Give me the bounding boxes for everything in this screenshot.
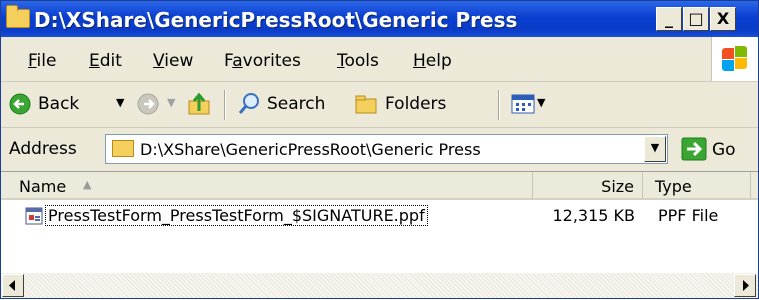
standard-toolbar: Back ▼ ▼ Search Folders ▼	[1, 82, 758, 128]
minimize-button[interactable]: _	[656, 7, 682, 31]
search-button[interactable]: Search	[267, 94, 325, 114]
folders-icon[interactable]	[354, 93, 380, 115]
column-name-label: Name	[19, 177, 67, 196]
menu-edit[interactable]: Edit	[89, 51, 122, 71]
scroll-right-button[interactable]	[734, 274, 756, 297]
maximize-button[interactable]: □	[683, 7, 709, 31]
folder-icon	[6, 5, 30, 28]
scroll-left-button[interactable]	[2, 274, 24, 297]
address-value: D:\XShare\GenericPressRoot\Generic Press	[140, 140, 481, 159]
window-title: D:\XShare\GenericPressRoot\Generic Press	[34, 8, 518, 32]
menu-help[interactable]: Help	[413, 51, 452, 71]
forward-dropdown-icon[interactable]: ▼	[167, 96, 175, 109]
menu-bar: File Edit View Favorites Tools Help	[1, 37, 758, 82]
menu-file[interactable]: File	[28, 51, 56, 71]
address-bar: Address D:\XShare\GenericPressRoot\Gener…	[1, 128, 758, 171]
column-header-name[interactable]: Name ▲	[1, 172, 533, 200]
scroll-left-arrow-icon	[9, 280, 15, 291]
explorer-window: D:\XShare\GenericPressRoot\Generic Press…	[0, 0, 759, 299]
file-name[interactable]: PressTestForm_PressTestForm_$SIGNATURE.p…	[45, 205, 428, 226]
column-size-label: Size	[601, 177, 634, 196]
menu-tools[interactable]: Tools	[337, 51, 379, 71]
back-button[interactable]: Back	[38, 94, 79, 114]
menu-favorites[interactable]: Favorites	[224, 51, 301, 71]
scroll-right-arrow-icon	[743, 280, 749, 291]
views-icon[interactable]	[511, 93, 535, 115]
close-button[interactable]: X	[710, 7, 736, 31]
go-button[interactable]: Go	[712, 140, 736, 160]
back-dropdown-icon[interactable]: ▼	[116, 96, 124, 109]
menu-view[interactable]: View	[153, 51, 193, 71]
file-list: Name ▲ Size Type PressTestForm_PressTest…	[1, 171, 758, 273]
up-folder-icon[interactable]	[186, 91, 212, 117]
sort-ascending-icon: ▲	[83, 178, 92, 191]
back-arrow-icon[interactable]	[9, 93, 31, 115]
toolbar-separator	[498, 90, 500, 120]
address-dropdown-icon[interactable]: ▼	[644, 136, 666, 162]
folder-icon	[112, 140, 134, 157]
column-header-size[interactable]: Size	[533, 172, 643, 200]
table-row[interactable]: PressTestForm_PressTestForm_$SIGNATURE.p…	[1, 203, 758, 229]
ppf-file-icon	[25, 207, 43, 225]
views-dropdown-icon[interactable]: ▼	[537, 96, 545, 109]
column-type-label: Type	[655, 177, 692, 196]
horizontal-scrollbar[interactable]	[1, 273, 758, 298]
go-arrow-icon[interactable]	[681, 137, 707, 161]
address-input[interactable]: D:\XShare\GenericPressRoot\Generic Press…	[105, 134, 668, 164]
folders-button[interactable]: Folders	[385, 94, 446, 114]
title-bar[interactable]: D:\XShare\GenericPressRoot\Generic Press…	[1, 1, 758, 37]
forward-arrow-icon[interactable]	[137, 93, 159, 115]
column-header-filler	[751, 172, 758, 200]
file-type: PPF File	[658, 206, 719, 225]
toolbar-separator	[224, 90, 226, 120]
windows-logo-icon	[711, 37, 758, 81]
column-header-type[interactable]: Type	[643, 172, 751, 200]
address-label: Address	[9, 139, 77, 159]
file-size: 12,315 KB	[552, 206, 635, 225]
search-icon[interactable]	[237, 92, 261, 116]
